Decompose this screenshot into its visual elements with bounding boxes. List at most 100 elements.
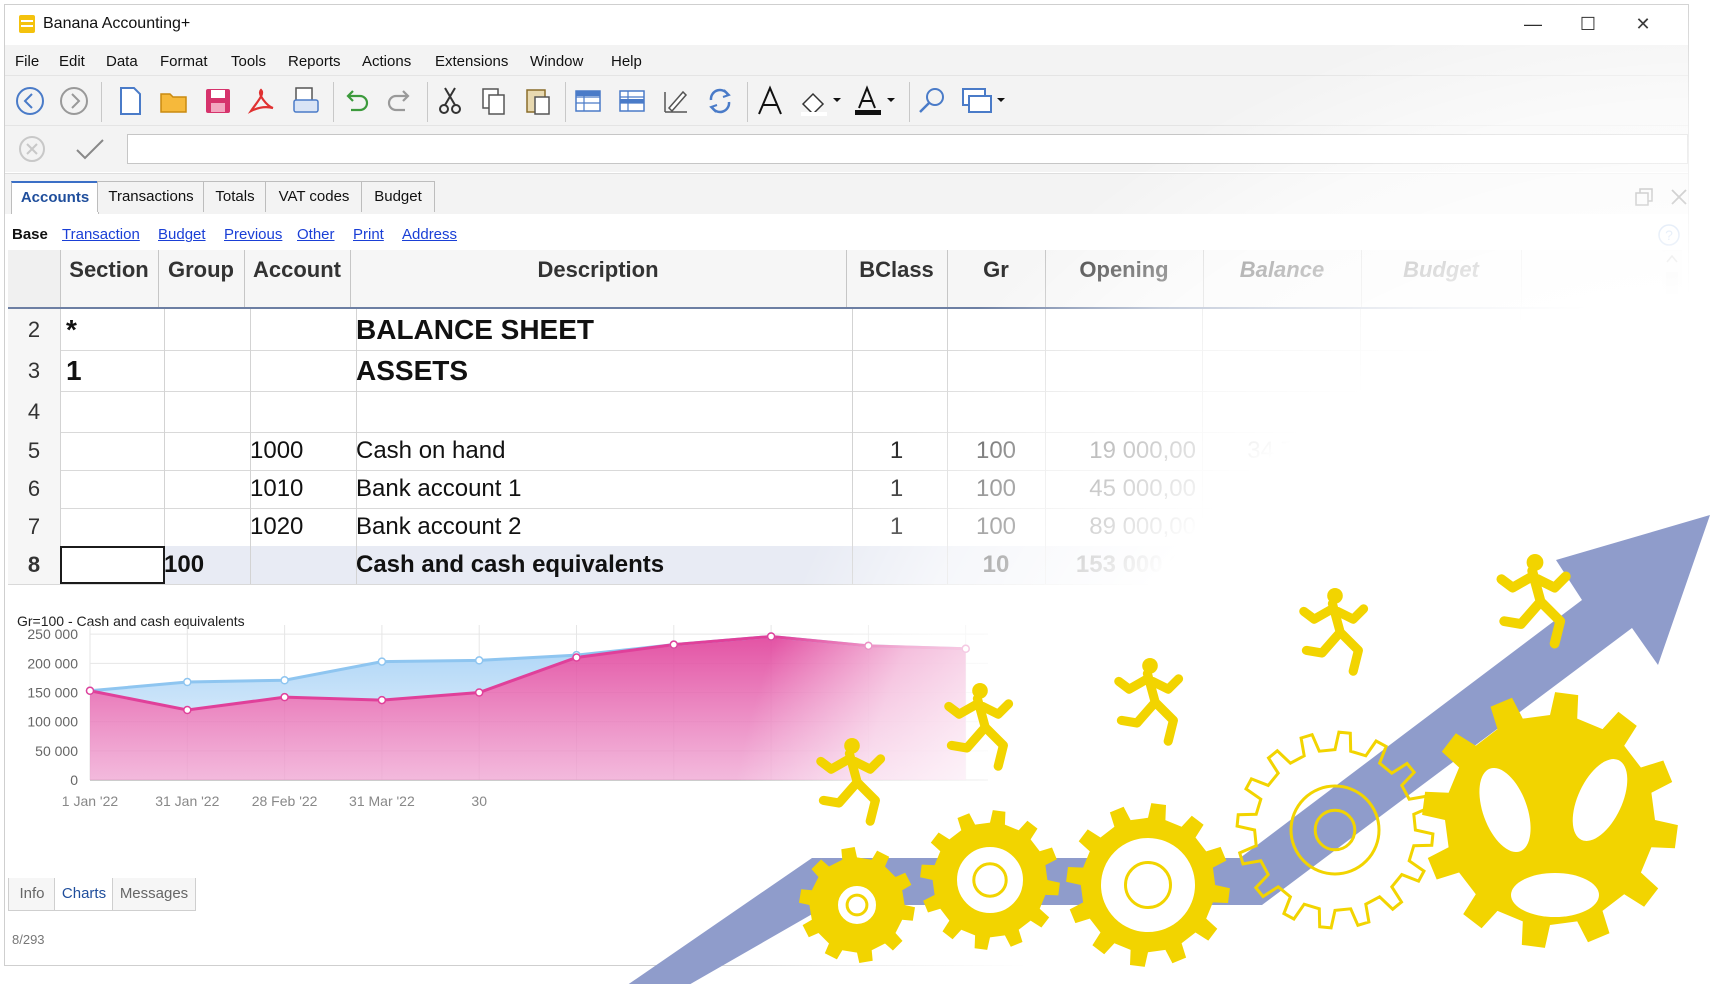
cell-gr[interactable]: 100 (947, 432, 1046, 470)
cut-icon[interactable] (433, 84, 467, 118)
cell-budget[interactable] (1361, 546, 1521, 584)
cell-budget[interactable] (1361, 508, 1521, 546)
view-budget[interactable]: Budget (158, 226, 206, 243)
cell-description[interactable]: BALANCE SHEET (350, 309, 853, 350)
menu-help[interactable]: Help (611, 53, 642, 70)
tab-vat-codes[interactable]: VAT codes (265, 181, 363, 212)
cell-bclass[interactable] (846, 391, 948, 432)
menu-actions[interactable]: Actions (362, 53, 411, 70)
cell-opening[interactable]: 153 000,00 (1045, 546, 1203, 584)
column-header-opening[interactable]: Opening (1045, 250, 1204, 307)
fill-color-icon[interactable] (797, 84, 847, 118)
copy-icon[interactable] (477, 84, 511, 118)
cell-group[interactable] (158, 391, 251, 432)
cell-balance[interactable] (1203, 350, 1361, 391)
view-address[interactable]: Address (402, 226, 457, 243)
bottom-tab-messages[interactable]: Messages (112, 878, 196, 911)
cell-section[interactable] (60, 391, 165, 432)
cell-account[interactable]: 1020 (244, 508, 357, 546)
column-header-section[interactable]: Section (60, 250, 159, 307)
cell-group[interactable] (158, 508, 251, 546)
cell-bclass[interactable]: 1 (846, 432, 948, 470)
recalculate-icon[interactable] (703, 84, 737, 118)
cell-description[interactable]: ASSETS (350, 350, 853, 391)
back-icon[interactable] (13, 84, 47, 118)
cell-gr[interactable] (947, 309, 1046, 350)
menu-edit[interactable]: Edit (59, 53, 85, 70)
cell-group[interactable] (158, 309, 251, 350)
cell-gr[interactable] (947, 350, 1046, 391)
cell-section[interactable] (60, 508, 165, 546)
forward-icon[interactable] (57, 84, 91, 118)
cell-balance[interactable]: 111 786,00 (1203, 508, 1361, 546)
cell-bclass[interactable]: 1 (846, 470, 948, 508)
table-row[interactable]: 7 1020 Bank account 2 1 100 89 000,00 111 786,… (8, 508, 1666, 547)
cell-bclass[interactable] (846, 546, 948, 584)
text-color-icon[interactable] (851, 84, 901, 118)
cell-description[interactable] (350, 391, 853, 432)
menu-reports[interactable]: Reports (288, 53, 341, 70)
cell-bclass[interactable] (846, 350, 948, 391)
new-file-icon[interactable] (113, 84, 147, 118)
close-window-button[interactable]: ✕ (1620, 9, 1666, 39)
restore-panel-icon[interactable] (1633, 186, 1655, 208)
cell-balance[interactable] (1203, 391, 1361, 432)
redo-icon[interactable] (383, 84, 417, 118)
table-row[interactable]: 8 100 Cash and cash equivalents 10 153 000,0… (8, 546, 1666, 585)
confirm-edit-icon[interactable] (73, 134, 107, 164)
cell-opening[interactable]: 45 000,00 (1045, 470, 1203, 508)
open-folder-icon[interactable] (157, 84, 191, 118)
tab-totals[interactable]: Totals (203, 181, 267, 212)
menu-format[interactable]: Format (160, 53, 208, 70)
column-header-bclass[interactable]: BClass (846, 250, 948, 307)
cell-group[interactable] (158, 432, 251, 470)
cell-balance[interactable] (1203, 309, 1361, 350)
cell-gr[interactable]: 10 (947, 546, 1046, 584)
help-icon[interactable]: ? (1657, 223, 1681, 247)
cell-balance[interactable]: 91 874,00 (1203, 470, 1361, 508)
table-row[interactable]: 3 1 ASSETS (8, 350, 1666, 392)
cell-account[interactable] (244, 350, 357, 391)
cell-budget[interactable] (1361, 391, 1521, 432)
tab-transactions[interactable]: Transactions (97, 181, 205, 212)
pdf-icon[interactable] (245, 84, 279, 118)
cell-account[interactable]: 1000 (244, 432, 357, 470)
column-header-group[interactable]: Group (158, 250, 245, 307)
cell-group[interactable]: 100 (158, 546, 251, 584)
cell-section[interactable] (60, 546, 165, 584)
cell-section[interactable] (60, 470, 165, 508)
undo-icon[interactable] (339, 84, 373, 118)
view-previous[interactable]: Previous (224, 226, 282, 243)
menu-tools[interactable]: Tools (231, 53, 266, 70)
table-row[interactable]: 2 * BALANCE SHEET (8, 309, 1666, 351)
column-header-budget[interactable]: Budget (1361, 250, 1522, 307)
column-header-account[interactable]: Account (244, 250, 351, 307)
view-transaction[interactable]: Transaction (62, 226, 140, 243)
scroll-up-icon[interactable] (1666, 254, 1678, 264)
font-icon[interactable] (753, 84, 787, 118)
cell-opening[interactable]: 19 000,00 (1045, 432, 1203, 470)
cell-account[interactable] (244, 391, 357, 432)
cell-budget[interactable] (1361, 309, 1521, 350)
bottom-tab-info[interactable]: Info (8, 878, 56, 911)
cell-description[interactable]: Bank account 1 (350, 470, 853, 508)
cell-opening[interactable]: 89 000,00 (1045, 508, 1203, 546)
cell-account[interactable]: 1010 (244, 470, 357, 508)
table-row[interactable]: 6 1010 Bank account 1 1 100 45 000,00 91 874,0… (8, 470, 1666, 509)
scroll-thumb[interactable] (1666, 272, 1678, 294)
vertical-scrollbar[interactable] (1662, 250, 1682, 605)
cell-account[interactable] (244, 309, 357, 350)
table-row[interactable]: 4 (8, 391, 1666, 433)
cell-content-input[interactable] (127, 134, 1688, 164)
cell-description[interactable]: Cash and cash equivalents (350, 546, 853, 584)
maximize-button[interactable]: ☐ (1565, 9, 1611, 39)
cell-budget[interactable]: 73 210,00 (1361, 470, 1521, 508)
cell-description[interactable]: Cash on hand (350, 432, 853, 470)
cell-budget[interactable] (1361, 350, 1521, 391)
cell-group[interactable] (158, 470, 251, 508)
cell-section[interactable]: 1 (60, 350, 165, 391)
menu-data[interactable]: Data (106, 53, 138, 70)
view-base[interactable]: Base (12, 226, 48, 243)
column-header-description[interactable]: Description (350, 250, 847, 307)
menu-extensions[interactable]: Extensions (435, 53, 508, 70)
